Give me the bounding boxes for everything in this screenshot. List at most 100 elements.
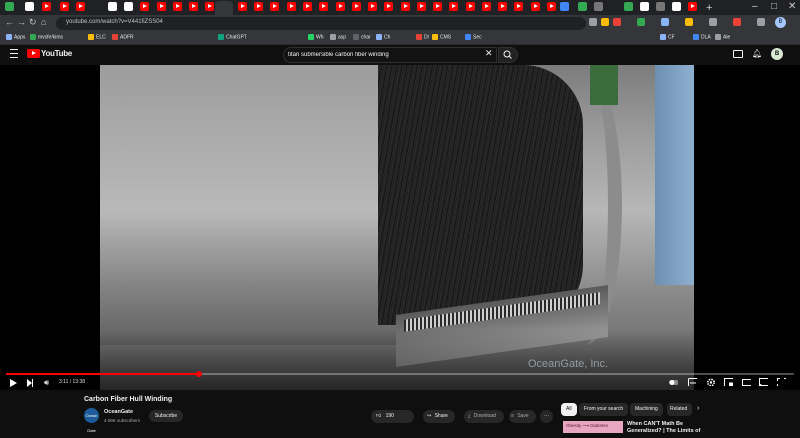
tab-favicon[interactable]: [640, 2, 649, 11]
bookmark-item[interactable]: Ale: [715, 34, 730, 40]
cast-icon[interactable]: [759, 378, 768, 386]
chip-related[interactable]: Related: [667, 403, 692, 416]
tab-youtube-favicon[interactable]: [514, 2, 523, 11]
tab-youtube-favicon[interactable]: [76, 2, 85, 11]
account-avatar[interactable]: B: [771, 48, 783, 60]
bookmark-item[interactable]: ChatGPT: [218, 34, 247, 40]
bookmark-item[interactable]: Wh: [308, 34, 324, 40]
channel-name[interactable]: OceanGate: [104, 409, 133, 415]
tab-youtube-favicon[interactable]: [336, 2, 345, 11]
youtube-logo-icon[interactable]: [27, 49, 40, 58]
extension-puzzle-icon[interactable]: [757, 18, 765, 26]
tab-youtube-favicon[interactable]: [401, 2, 410, 11]
like-button[interactable]: 👍︎ 190: [371, 410, 414, 423]
reload-icon[interactable]: ↻: [29, 17, 37, 28]
close-window-icon[interactable]: ✕: [788, 1, 796, 12]
tab-youtube-favicon[interactable]: [205, 2, 214, 11]
tab-favicon[interactable]: [124, 2, 133, 11]
bookmark-item[interactable]: ADFR: [112, 34, 134, 40]
tab-youtube-favicon[interactable]: [42, 2, 51, 11]
bookmark-item[interactable]: Dl: [416, 34, 429, 40]
tab-youtube-favicon[interactable]: [449, 2, 458, 11]
bookmark-item[interactable]: CMS: [432, 34, 451, 40]
save-button[interactable]: ≡ Save: [509, 410, 536, 423]
create-video-icon[interactable]: [733, 50, 743, 58]
bookmark-item[interactable]: DLA: [693, 34, 711, 40]
chip-from-your-search[interactable]: From your search: [579, 403, 629, 416]
settings-gear-icon[interactable]: [706, 378, 715, 386]
chip-all[interactable]: All: [561, 403, 577, 416]
tab-youtube-favicon[interactable]: [319, 2, 328, 11]
subtitles-icon[interactable]: [688, 378, 697, 386]
tab-youtube-favicon[interactable]: [287, 2, 296, 11]
extension-icon[interactable]: [601, 18, 609, 26]
active-tab[interactable]: [215, 1, 233, 15]
tab-youtube-favicon[interactable]: [254, 2, 263, 11]
tab-youtube-favicon[interactable]: [547, 2, 556, 11]
minimize-icon[interactable]: –: [752, 1, 758, 12]
fullscreen-icon[interactable]: [777, 378, 786, 386]
extension-icon[interactable]: [589, 18, 597, 26]
extension-icon[interactable]: [709, 18, 717, 26]
tab-youtube-favicon[interactable]: [157, 2, 166, 11]
tab-youtube-favicon[interactable]: [303, 2, 312, 11]
browser-profile-avatar[interactable]: B: [775, 17, 786, 28]
tab-youtube-favicon[interactable]: [688, 2, 697, 11]
clear-search-icon[interactable]: ✕: [485, 48, 493, 59]
menu-hamburger-icon[interactable]: [10, 49, 18, 58]
search-button[interactable]: [498, 47, 518, 63]
extension-icon[interactable]: [733, 18, 741, 26]
new-tab-plus-icon[interactable]: +: [706, 2, 712, 14]
youtube-logo-text[interactable]: YouTube: [41, 49, 72, 58]
volume-icon[interactable]: 🔊︎: [44, 378, 49, 388]
tab-favicon[interactable]: [25, 2, 34, 11]
tab-youtube-favicon[interactable]: [60, 2, 69, 11]
tab-youtube-favicon[interactable]: [466, 2, 475, 11]
home-icon[interactable]: ⌂: [41, 17, 46, 27]
url-text[interactable]: youtube.com/watch?v=V441fiZSS04: [66, 19, 163, 25]
tab-youtube-favicon[interactable]: [238, 2, 247, 11]
tab-youtube-favicon[interactable]: [433, 2, 442, 11]
search-input[interactable]: [288, 50, 478, 60]
tab-youtube-favicon[interactable]: [270, 2, 279, 11]
tab-youtube-favicon[interactable]: [384, 2, 393, 11]
recommended-video-title-line2[interactable]: Generalized? | The Limits of: [627, 428, 700, 434]
extension-icon[interactable]: [637, 18, 645, 26]
bookmark-item[interactable]: char: [353, 34, 371, 40]
play-icon[interactable]: [10, 379, 17, 387]
bookmark-item[interactable]: mvsfe/kims: [30, 34, 63, 40]
forward-arrow-icon[interactable]: →: [17, 17, 26, 27]
bookmark-item[interactable]: ELC: [88, 34, 106, 40]
chips-next-chevron-icon[interactable]: ›: [697, 405, 699, 412]
back-arrow-icon[interactable]: ←: [5, 17, 14, 27]
tab-youtube-favicon[interactable]: [352, 2, 361, 11]
bookmark-item[interactable]: Ch: [376, 34, 390, 40]
bookmark-item[interactable]: asp: [330, 34, 346, 40]
channel-avatar[interactable]: Ocean Gate: [84, 408, 99, 433]
recommended-video-title[interactable]: When CAN'T Math Be: [627, 421, 683, 427]
tab-favicon[interactable]: [5, 2, 14, 11]
tab-favicon[interactable]: [578, 2, 587, 11]
tab-youtube-favicon[interactable]: [498, 2, 507, 11]
tab-youtube-favicon[interactable]: [531, 2, 540, 11]
tab-favicon[interactable]: [624, 2, 633, 11]
chip-machining[interactable]: Machining: [630, 403, 663, 416]
tab-youtube-favicon[interactable]: [189, 2, 198, 11]
autoplay-toggle-icon[interactable]: [669, 378, 678, 386]
tab-youtube-favicon[interactable]: [173, 2, 182, 11]
extension-icon[interactable]: [661, 18, 669, 26]
next-video-icon[interactable]: [27, 379, 33, 387]
tab-favicon[interactable]: [672, 2, 681, 11]
miniplayer-icon[interactable]: [724, 378, 733, 386]
tab-favicon[interactable]: [656, 2, 665, 11]
bookmark-item[interactable]: Sec: [465, 34, 482, 40]
tab-youtube-favicon[interactable]: [368, 2, 377, 11]
bookmark-item[interactable]: CF: [660, 34, 675, 40]
subscribe-button[interactable]: Subscribe: [149, 410, 183, 422]
maximize-icon[interactable]: □: [771, 1, 777, 12]
share-button[interactable]: ↪ Share: [423, 410, 455, 423]
theater-mode-icon[interactable]: [742, 378, 751, 386]
tab-youtube-favicon[interactable]: [140, 2, 149, 11]
download-button[interactable]: ⤓ Download: [464, 410, 504, 423]
tab-favicon[interactable]: [560, 2, 569, 11]
